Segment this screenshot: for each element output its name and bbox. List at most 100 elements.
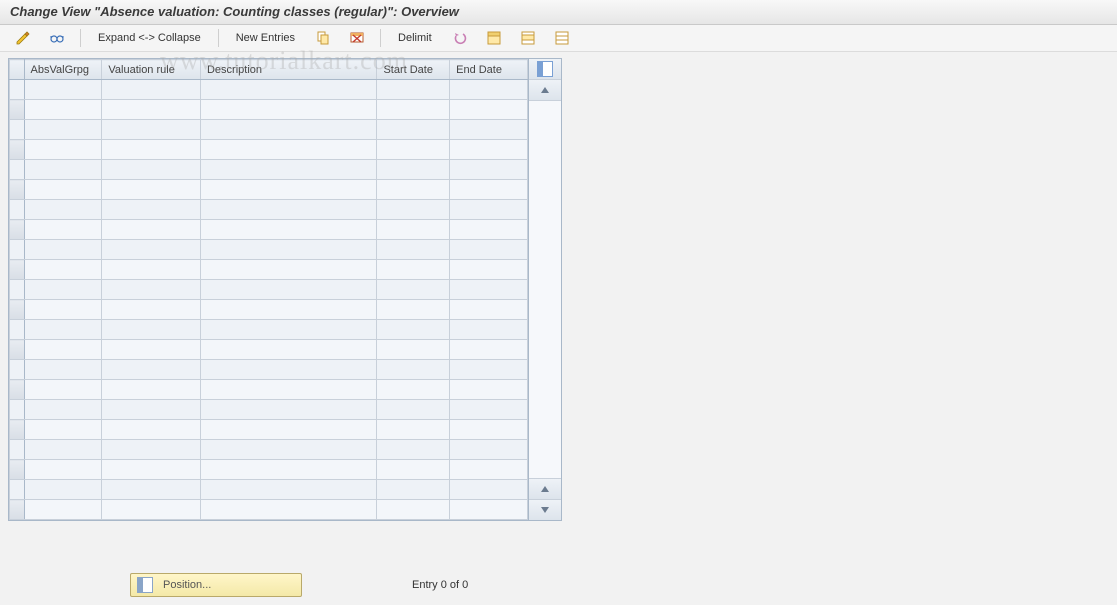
cell-grpg[interactable]	[24, 260, 102, 280]
cell-grpg[interactable]	[24, 340, 102, 360]
cell-start[interactable]	[377, 200, 450, 220]
cell-rule[interactable]	[102, 180, 201, 200]
cell-desc[interactable]	[200, 440, 376, 460]
row-selector[interactable]	[10, 340, 25, 360]
cell-end[interactable]	[450, 440, 528, 460]
cell-rule[interactable]	[102, 320, 201, 340]
cell-grpg[interactable]	[24, 120, 102, 140]
cell-rule[interactable]	[102, 480, 201, 500]
cell-start[interactable]	[377, 300, 450, 320]
cell-start[interactable]	[377, 380, 450, 400]
cell-end[interactable]	[450, 320, 528, 340]
cell-rule[interactable]	[102, 80, 201, 100]
cell-rule[interactable]	[102, 140, 201, 160]
cell-start[interactable]	[377, 120, 450, 140]
row-selector[interactable]	[10, 480, 25, 500]
row-selector[interactable]	[10, 460, 25, 480]
cell-start[interactable]	[377, 480, 450, 500]
cell-desc[interactable]	[200, 300, 376, 320]
row-selector[interactable]	[10, 160, 25, 180]
cell-end[interactable]	[450, 340, 528, 360]
col-description[interactable]: Description	[200, 60, 376, 80]
cell-start[interactable]	[377, 180, 450, 200]
cell-grpg[interactable]	[24, 100, 102, 120]
select-all-button[interactable]	[479, 27, 509, 49]
cell-start[interactable]	[377, 420, 450, 440]
cell-end[interactable]	[450, 80, 528, 100]
cell-desc[interactable]	[200, 420, 376, 440]
row-selector[interactable]	[10, 260, 25, 280]
scroll-track[interactable]	[529, 101, 561, 479]
row-selector[interactable]	[10, 500, 25, 520]
cell-grpg[interactable]	[24, 220, 102, 240]
col-valuation-rule[interactable]: Valuation rule	[102, 60, 201, 80]
cell-end[interactable]	[450, 420, 528, 440]
cell-grpg[interactable]	[24, 180, 102, 200]
table-configure-button[interactable]	[529, 59, 561, 80]
cell-grpg[interactable]	[24, 140, 102, 160]
cell-end[interactable]	[450, 180, 528, 200]
cell-rule[interactable]	[102, 500, 201, 520]
cell-end[interactable]	[450, 260, 528, 280]
cell-desc[interactable]	[200, 320, 376, 340]
row-selector[interactable]	[10, 80, 25, 100]
cell-end[interactable]	[450, 280, 528, 300]
cell-grpg[interactable]	[24, 200, 102, 220]
expand-collapse-button[interactable]: Expand <-> Collapse	[89, 27, 210, 49]
cell-grpg[interactable]	[24, 480, 102, 500]
cell-grpg[interactable]	[24, 360, 102, 380]
cell-desc[interactable]	[200, 480, 376, 500]
row-selector[interactable]	[10, 420, 25, 440]
col-absvalgrpg[interactable]: AbsValGrpg	[24, 60, 102, 80]
cell-rule[interactable]	[102, 380, 201, 400]
cell-rule[interactable]	[102, 400, 201, 420]
cell-desc[interactable]	[200, 460, 376, 480]
cell-rule[interactable]	[102, 240, 201, 260]
cell-rule[interactable]	[102, 360, 201, 380]
delimit-button[interactable]: Delimit	[389, 27, 441, 49]
cell-start[interactable]	[377, 500, 450, 520]
select-block-button[interactable]	[513, 27, 543, 49]
cell-start[interactable]	[377, 160, 450, 180]
cell-rule[interactable]	[102, 420, 201, 440]
cell-end[interactable]	[450, 380, 528, 400]
cell-desc[interactable]	[200, 100, 376, 120]
row-selector[interactable]	[10, 240, 25, 260]
cell-desc[interactable]	[200, 120, 376, 140]
cell-grpg[interactable]	[24, 460, 102, 480]
cell-end[interactable]	[450, 100, 528, 120]
cell-start[interactable]	[377, 260, 450, 280]
cell-end[interactable]	[450, 120, 528, 140]
cell-start[interactable]	[377, 460, 450, 480]
row-selector[interactable]	[10, 360, 25, 380]
cell-desc[interactable]	[200, 380, 376, 400]
row-selector[interactable]	[10, 180, 25, 200]
cell-start[interactable]	[377, 280, 450, 300]
cell-start[interactable]	[377, 440, 450, 460]
cell-end[interactable]	[450, 460, 528, 480]
cell-grpg[interactable]	[24, 320, 102, 340]
scroll-up-button[interactable]	[529, 80, 561, 101]
cell-end[interactable]	[450, 220, 528, 240]
cell-desc[interactable]	[200, 180, 376, 200]
cell-desc[interactable]	[200, 200, 376, 220]
cell-grpg[interactable]	[24, 400, 102, 420]
cell-start[interactable]	[377, 80, 450, 100]
cell-grpg[interactable]	[24, 500, 102, 520]
cell-end[interactable]	[450, 360, 528, 380]
row-selector[interactable]	[10, 140, 25, 160]
col-start-date[interactable]: Start Date	[377, 60, 450, 80]
row-selector[interactable]	[10, 280, 25, 300]
cell-rule[interactable]	[102, 440, 201, 460]
cell-desc[interactable]	[200, 220, 376, 240]
cell-desc[interactable]	[200, 140, 376, 160]
cell-start[interactable]	[377, 320, 450, 340]
cell-grpg[interactable]	[24, 440, 102, 460]
row-selector[interactable]	[10, 380, 25, 400]
cell-rule[interactable]	[102, 120, 201, 140]
cell-desc[interactable]	[200, 160, 376, 180]
cell-grpg[interactable]	[24, 280, 102, 300]
cell-grpg[interactable]	[24, 380, 102, 400]
display-change-button[interactable]	[8, 27, 38, 49]
scroll-up2-button[interactable]	[529, 479, 561, 500]
